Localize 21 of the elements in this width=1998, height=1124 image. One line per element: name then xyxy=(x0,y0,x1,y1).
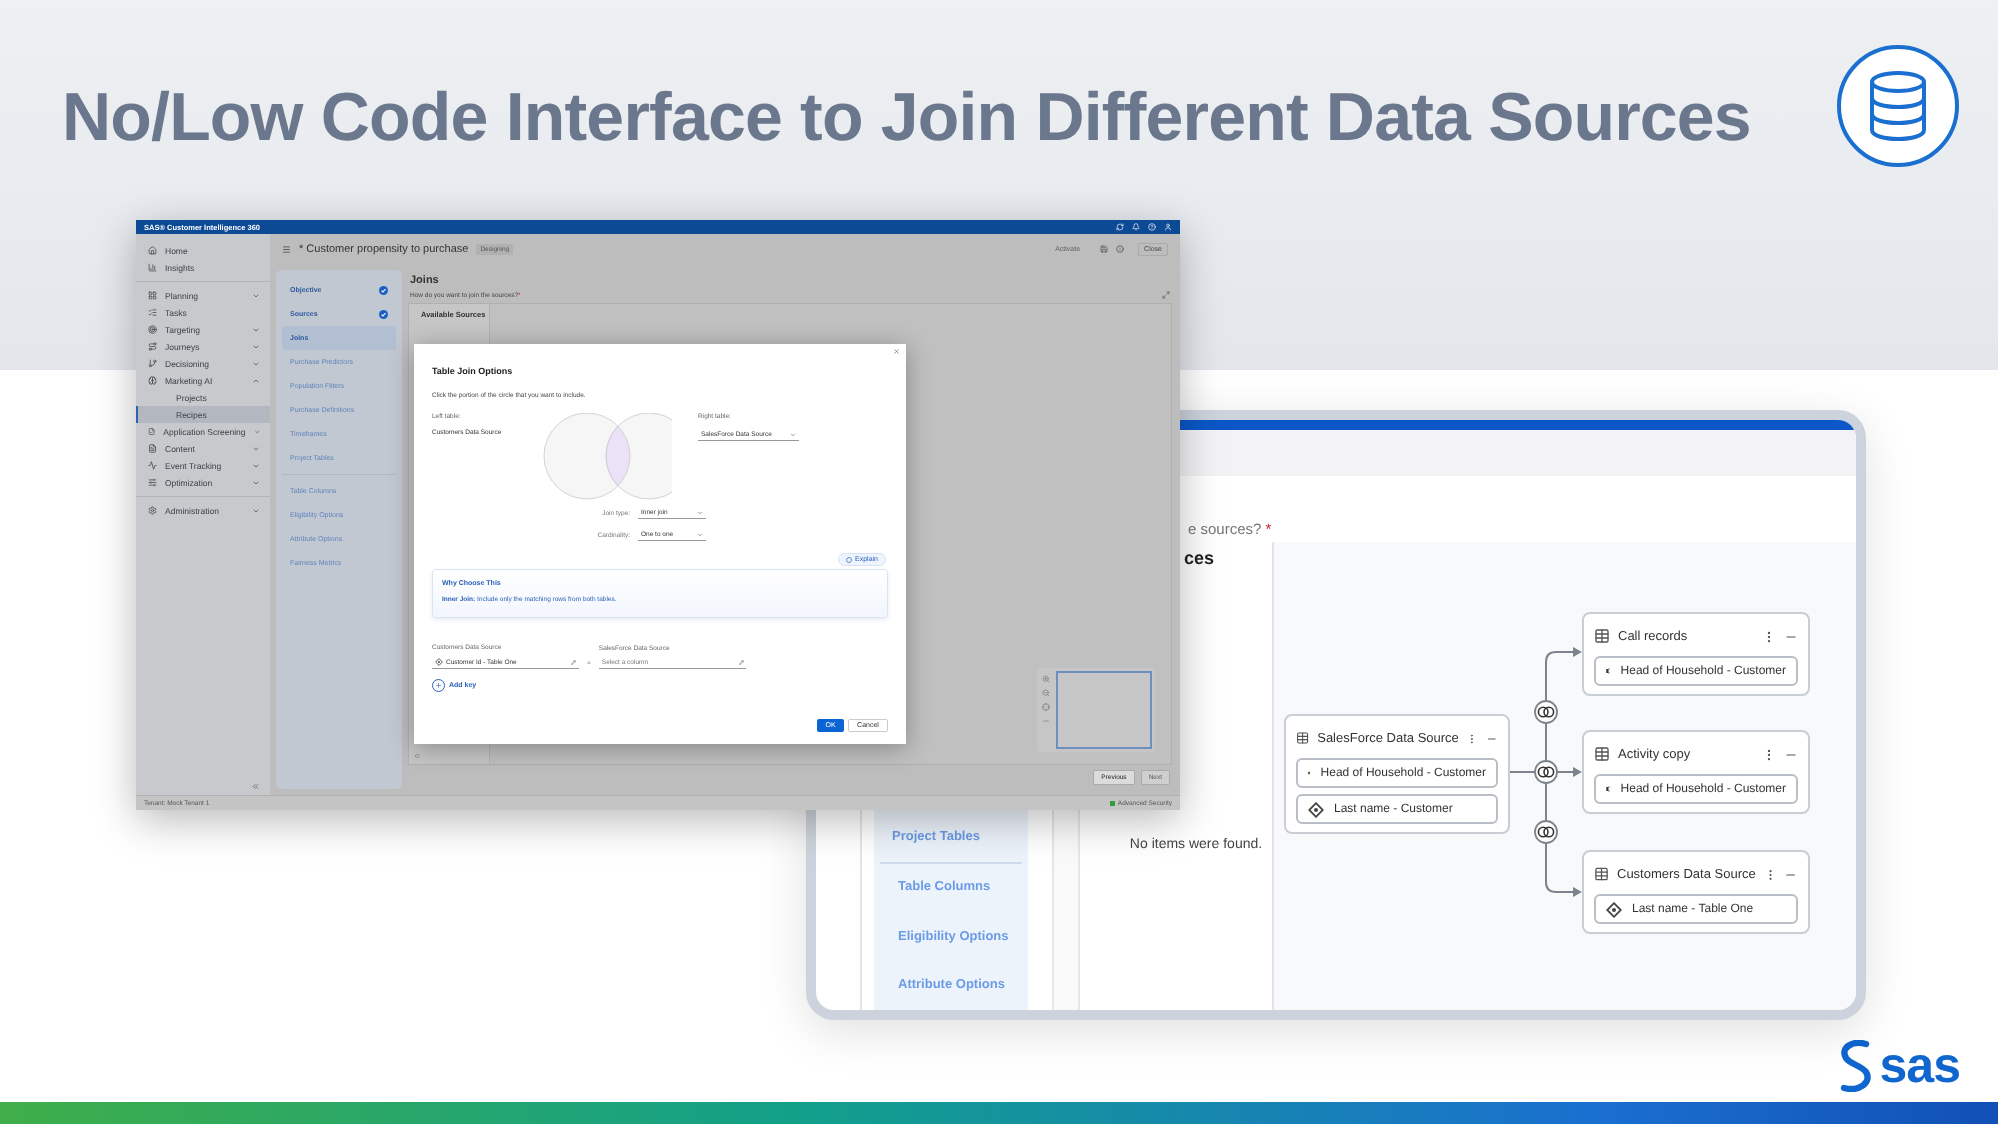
table-icon xyxy=(1594,746,1610,762)
diamond-icon xyxy=(1308,801,1324,817)
table-icon xyxy=(1594,628,1610,644)
logo-text: sas xyxy=(1879,1037,1960,1095)
diamond-icon xyxy=(1606,901,1622,917)
slide-title: No/Low Code Interface to Join Different Data Sources xyxy=(62,78,1751,160)
column-icon xyxy=(1606,782,1611,796)
logo-mark-icon xyxy=(1835,1040,1876,1092)
column-icon xyxy=(1606,664,1611,678)
table-icon xyxy=(1296,730,1310,746)
join-icon[interactable] xyxy=(1534,700,1558,724)
join-icon[interactable] xyxy=(1534,760,1558,784)
check-circle-icon xyxy=(379,285,388,295)
table-icon xyxy=(1594,866,1609,882)
join-icon[interactable] xyxy=(1534,820,1558,844)
kebab-icon[interactable] xyxy=(1762,747,1776,761)
kebab-icon[interactable] xyxy=(1762,629,1776,643)
minimap-viewport xyxy=(1056,671,1152,749)
database-icon xyxy=(1836,44,1960,168)
check-circle-icon xyxy=(379,309,388,319)
panel-title: ces xyxy=(1182,546,1217,568)
